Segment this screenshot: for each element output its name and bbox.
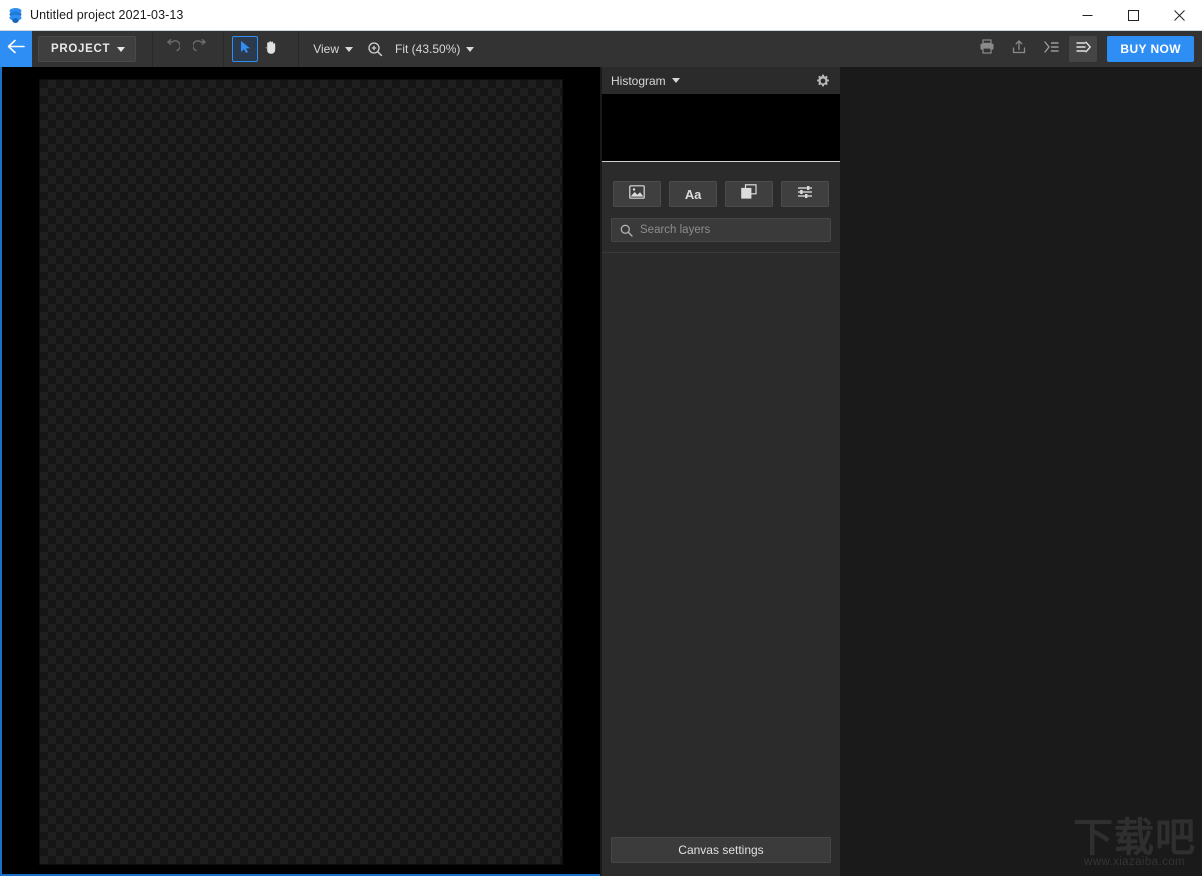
toolbar-divider-2: [223, 31, 225, 67]
gear-icon[interactable]: [814, 72, 832, 90]
expand-panel-icon: [1075, 40, 1092, 59]
collapse-panel-button[interactable]: [1037, 36, 1065, 62]
image-icon: [629, 184, 645, 204]
canvas-transparent-surface[interactable]: [40, 80, 562, 864]
hand-tool-button[interactable]: [258, 36, 284, 62]
chevron-down-icon: [117, 46, 126, 52]
toolbar-divider-1: [152, 31, 154, 67]
minimize-button[interactable]: [1064, 0, 1110, 31]
add-image-layer-button[interactable]: [613, 181, 661, 207]
back-arrow-icon: [7, 39, 26, 59]
window-title: Untitled project 2021-03-13: [30, 8, 184, 22]
chevron-down-icon: [466, 46, 475, 52]
tool-group: [159, 36, 213, 62]
canvas-settings-label: Canvas settings: [678, 843, 764, 857]
toolbar-right-group: BUY NOW: [973, 31, 1202, 67]
zoom-level-label: Fit (43.50%): [395, 42, 461, 56]
export-button[interactable]: [1005, 36, 1033, 62]
undo-icon: [165, 39, 181, 59]
close-button[interactable]: [1156, 0, 1202, 31]
main-toolbar: PROJECT View Fit (43.50%) BUY NOW: [0, 31, 1202, 67]
undo-button[interactable]: [159, 36, 185, 62]
sliders-icon: [797, 185, 813, 204]
window-controls: [1064, 0, 1202, 31]
canvas-workspace[interactable]: [0, 67, 600, 876]
buy-now-label: BUY NOW: [1120, 42, 1181, 56]
view-menu-button[interactable]: View: [307, 36, 359, 62]
print-button[interactable]: [973, 36, 1001, 62]
site-watermark: 下载吧 www.xiazaiba.com: [1073, 816, 1196, 868]
expand-panel-button[interactable]: [1069, 36, 1098, 62]
redo-button[interactable]: [187, 36, 213, 62]
hand-icon: [263, 39, 279, 60]
search-icon: [620, 224, 633, 237]
add-shape-layer-button[interactable]: [725, 181, 773, 207]
collapse-panel-icon: [1043, 40, 1060, 59]
layers-list[interactable]: [602, 252, 840, 836]
maximize-button[interactable]: [1110, 0, 1156, 31]
chevron-down-icon[interactable]: [671, 78, 680, 83]
view-menu-label: View: [313, 42, 340, 56]
project-menu-label: PROJECT: [51, 43, 111, 55]
layer-tool-buttons: Aa: [602, 162, 840, 218]
cursor-arrow-icon: [239, 40, 252, 59]
empty-right-area: 下载吧 www.xiazaiba.com: [840, 67, 1202, 876]
print-icon: [979, 39, 995, 59]
canvas-settings-button[interactable]: Canvas settings: [611, 837, 831, 863]
text-icon: Aa: [684, 186, 702, 202]
search-layers-field[interactable]: [611, 218, 831, 242]
search-input[interactable]: [640, 224, 822, 236]
buy-now-button[interactable]: BUY NOW: [1107, 36, 1194, 62]
watermark-text: 下载吧: [1073, 815, 1196, 861]
toolbar-divider-3: [298, 31, 300, 67]
watermark-url: www.xiazaiba.com: [1084, 856, 1185, 868]
back-button[interactable]: [0, 31, 32, 67]
histogram-panel-header: Histogram: [602, 67, 840, 94]
project-menu-button[interactable]: PROJECT: [38, 36, 137, 62]
magnifier-plus-icon: [367, 41, 383, 57]
window-titlebar: Untitled project 2021-03-13: [0, 0, 1202, 31]
export-upload-icon: [1011, 39, 1027, 60]
add-adjustment-layer-button[interactable]: [781, 181, 829, 207]
add-text-layer-button[interactable]: Aa: [669, 181, 717, 207]
histogram-graph-area[interactable]: [602, 94, 840, 162]
zoom-level-button[interactable]: Fit (43.50%): [389, 36, 480, 62]
chevron-down-icon: [345, 46, 354, 52]
select-tool-button[interactable]: [232, 36, 259, 62]
histogram-title: Histogram: [611, 73, 666, 88]
canvas-settings-area: Canvas settings: [602, 836, 840, 876]
app-logo-icon: [0, 7, 30, 24]
shapes-icon: [741, 184, 757, 204]
redo-icon: [191, 39, 208, 59]
right-side-panel: Histogram Aa Search layers Canvas settin…: [602, 67, 840, 876]
